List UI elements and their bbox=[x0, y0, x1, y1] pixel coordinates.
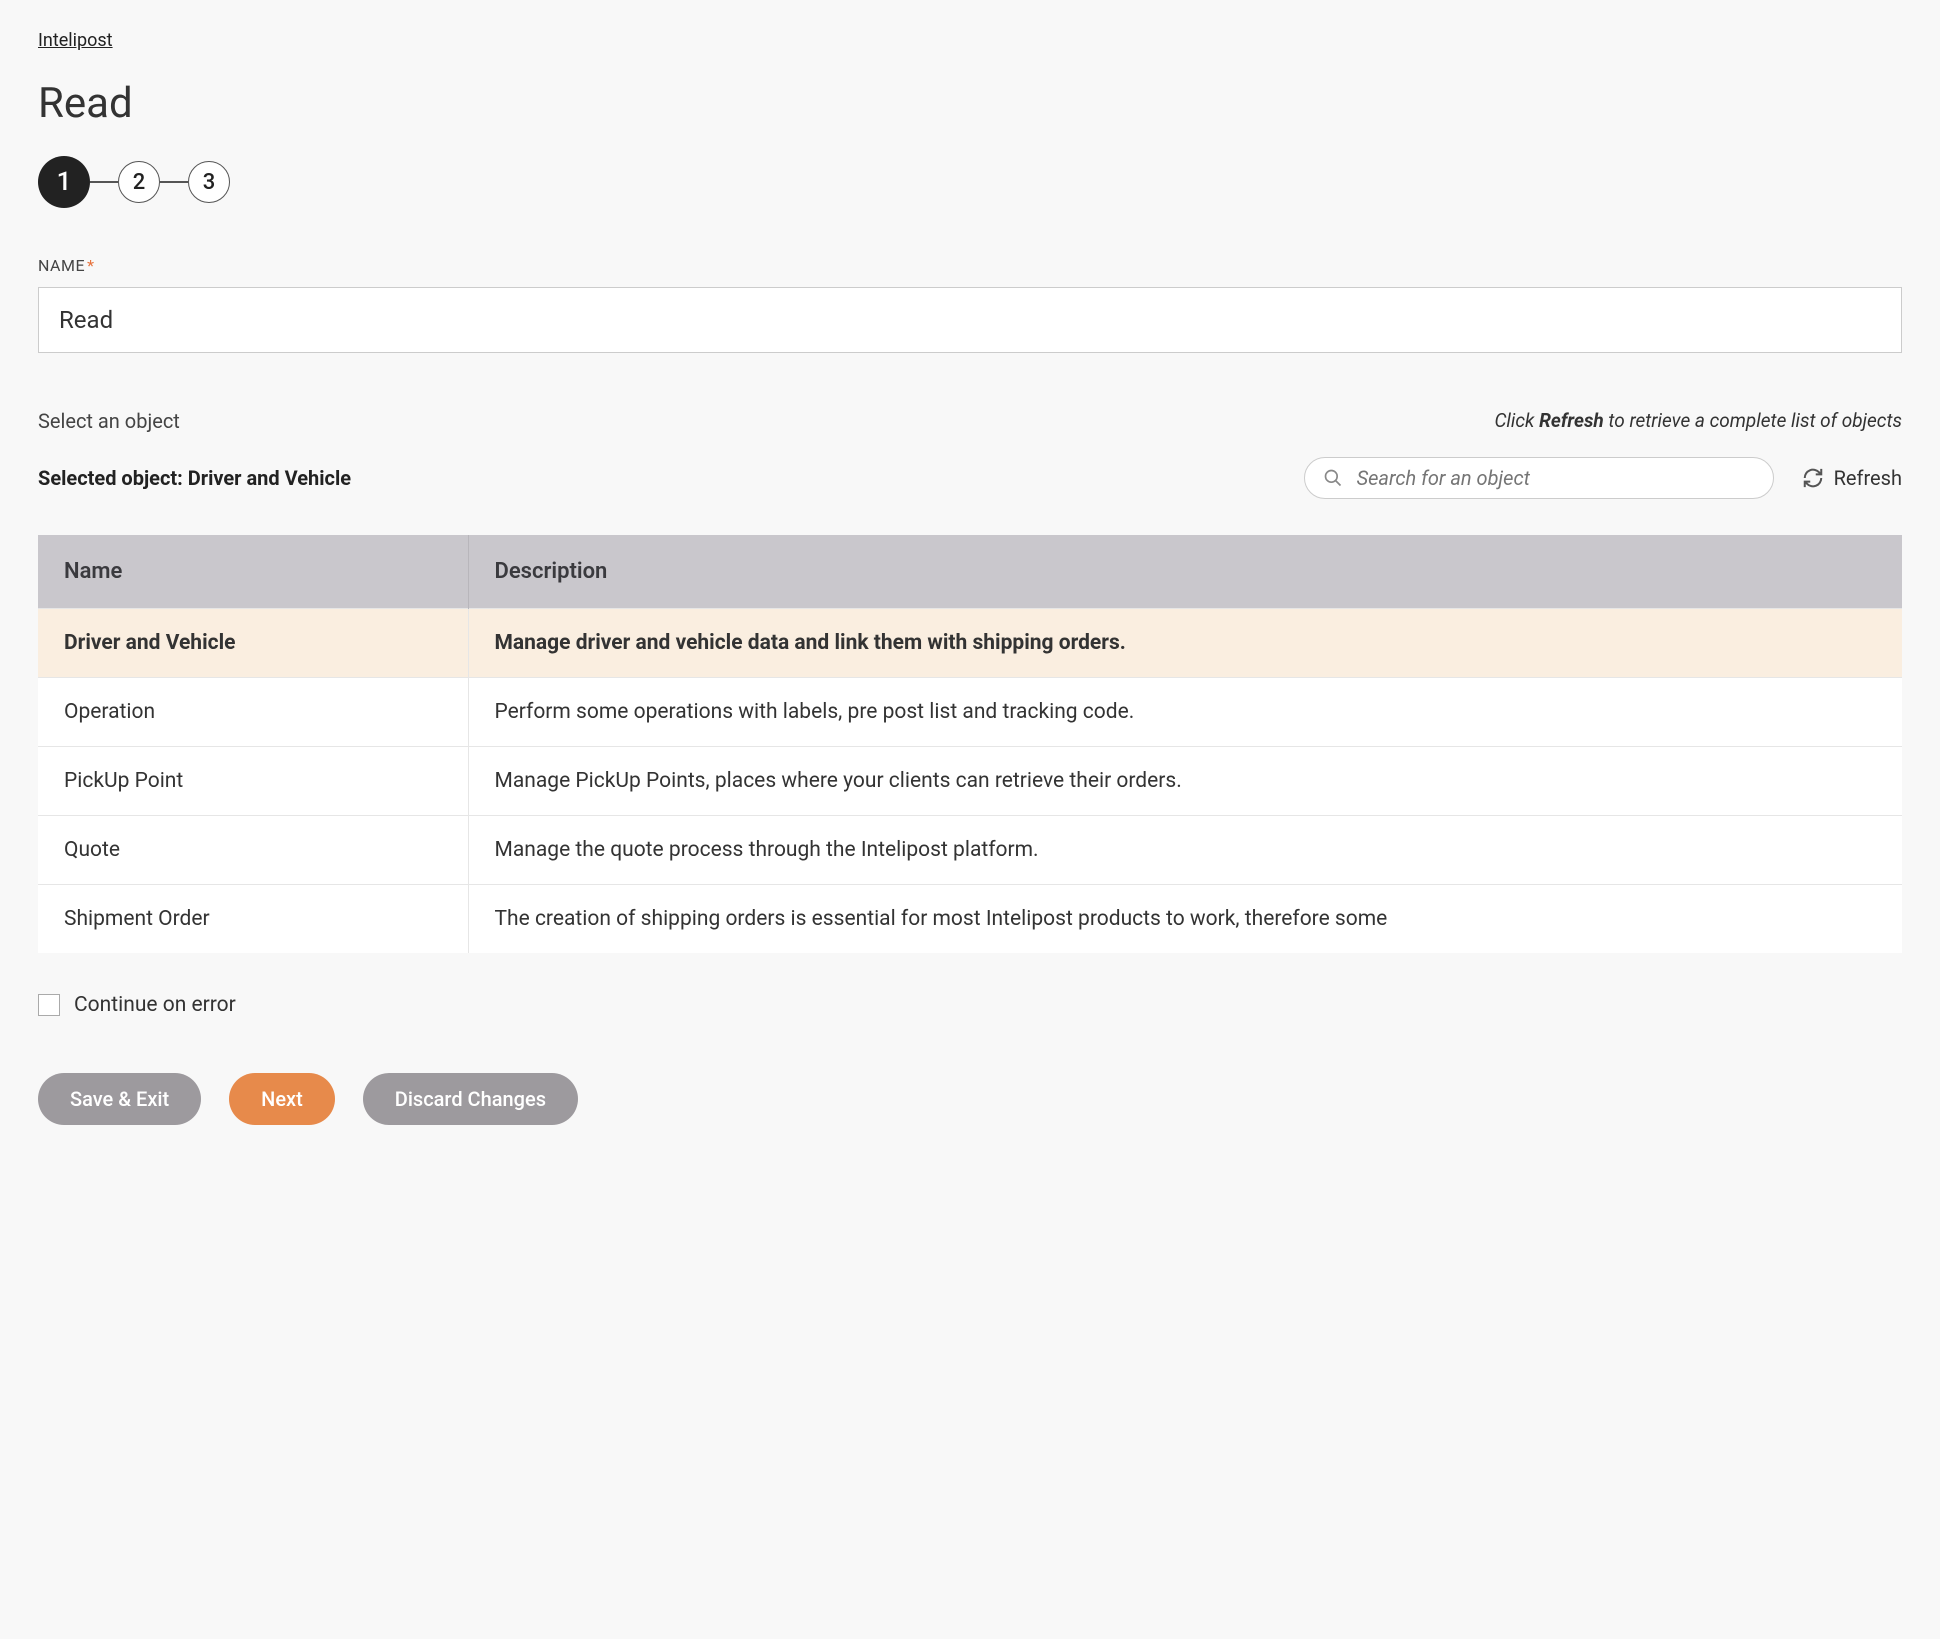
save-exit-button[interactable]: Save & Exit bbox=[38, 1073, 201, 1125]
search-object-wrap[interactable] bbox=[1304, 457, 1774, 499]
cell-name: Quote bbox=[38, 816, 468, 885]
search-input[interactable] bbox=[1357, 466, 1755, 490]
refresh-icon bbox=[1802, 467, 1824, 489]
table-row[interactable]: Driver and VehicleManage driver and vehi… bbox=[38, 609, 1902, 678]
cell-name: PickUp Point bbox=[38, 747, 468, 816]
step-1[interactable]: 1 bbox=[38, 156, 90, 208]
wizard-stepper: 1 2 3 bbox=[38, 156, 1902, 208]
object-table: Name Description Driver and VehicleManag… bbox=[38, 535, 1902, 953]
continue-on-error-label: Continue on error bbox=[74, 993, 236, 1017]
select-object-label: Select an object bbox=[38, 409, 180, 433]
name-label-text: NAME bbox=[38, 256, 85, 275]
next-button[interactable]: Next bbox=[229, 1073, 335, 1125]
table-row[interactable]: QuoteManage the quote process through th… bbox=[38, 816, 1902, 885]
name-field-label: NAME* bbox=[38, 256, 1902, 275]
refresh-button-label: Refresh bbox=[1834, 466, 1902, 490]
col-header-description[interactable]: Description bbox=[468, 535, 1902, 609]
breadcrumb-intelipost[interactable]: Intelipost bbox=[38, 30, 113, 51]
selected-object-display: Selected object: Driver and Vehicle bbox=[38, 466, 351, 490]
cell-description: Manage the quote process through the Int… bbox=[468, 816, 1902, 885]
step-connector bbox=[160, 181, 188, 183]
table-row[interactable]: PickUp PointManage PickUp Points, places… bbox=[38, 747, 1902, 816]
step-connector bbox=[90, 181, 118, 183]
required-asterisk: * bbox=[87, 256, 94, 275]
search-icon bbox=[1323, 468, 1343, 488]
table-row[interactable]: Shipment OrderThe creation of shipping o… bbox=[38, 885, 1902, 954]
name-input[interactable] bbox=[38, 287, 1902, 353]
refresh-hint-suffix: to retrieve a complete list of objects bbox=[1604, 409, 1902, 432]
refresh-hint: Click Refresh to retrieve a complete lis… bbox=[1494, 409, 1902, 432]
cell-name: Shipment Order bbox=[38, 885, 468, 954]
cell-description: Perform some operations with labels, pre… bbox=[468, 678, 1902, 747]
page-title: Read bbox=[38, 79, 1902, 128]
step-2[interactable]: 2 bbox=[118, 161, 160, 203]
cell-name: Driver and Vehicle bbox=[38, 609, 468, 678]
selected-object-value: Driver and Vehicle bbox=[188, 466, 351, 490]
cell-description: Manage driver and vehicle data and link … bbox=[468, 609, 1902, 678]
discard-changes-button[interactable]: Discard Changes bbox=[363, 1073, 578, 1125]
step-3[interactable]: 3 bbox=[188, 161, 230, 203]
refresh-hint-bold: Refresh bbox=[1539, 409, 1604, 432]
table-row[interactable]: OperationPerform some operations with la… bbox=[38, 678, 1902, 747]
col-header-name[interactable]: Name bbox=[38, 535, 468, 609]
selected-object-prefix: Selected object: bbox=[38, 466, 188, 490]
refresh-button[interactable]: Refresh bbox=[1802, 466, 1902, 490]
cell-description: The creation of shipping orders is essen… bbox=[468, 885, 1902, 954]
continue-on-error-checkbox[interactable] bbox=[38, 994, 60, 1016]
refresh-hint-prefix: Click bbox=[1494, 409, 1539, 432]
cell-description: Manage PickUp Points, places where your … bbox=[468, 747, 1902, 816]
cell-name: Operation bbox=[38, 678, 468, 747]
